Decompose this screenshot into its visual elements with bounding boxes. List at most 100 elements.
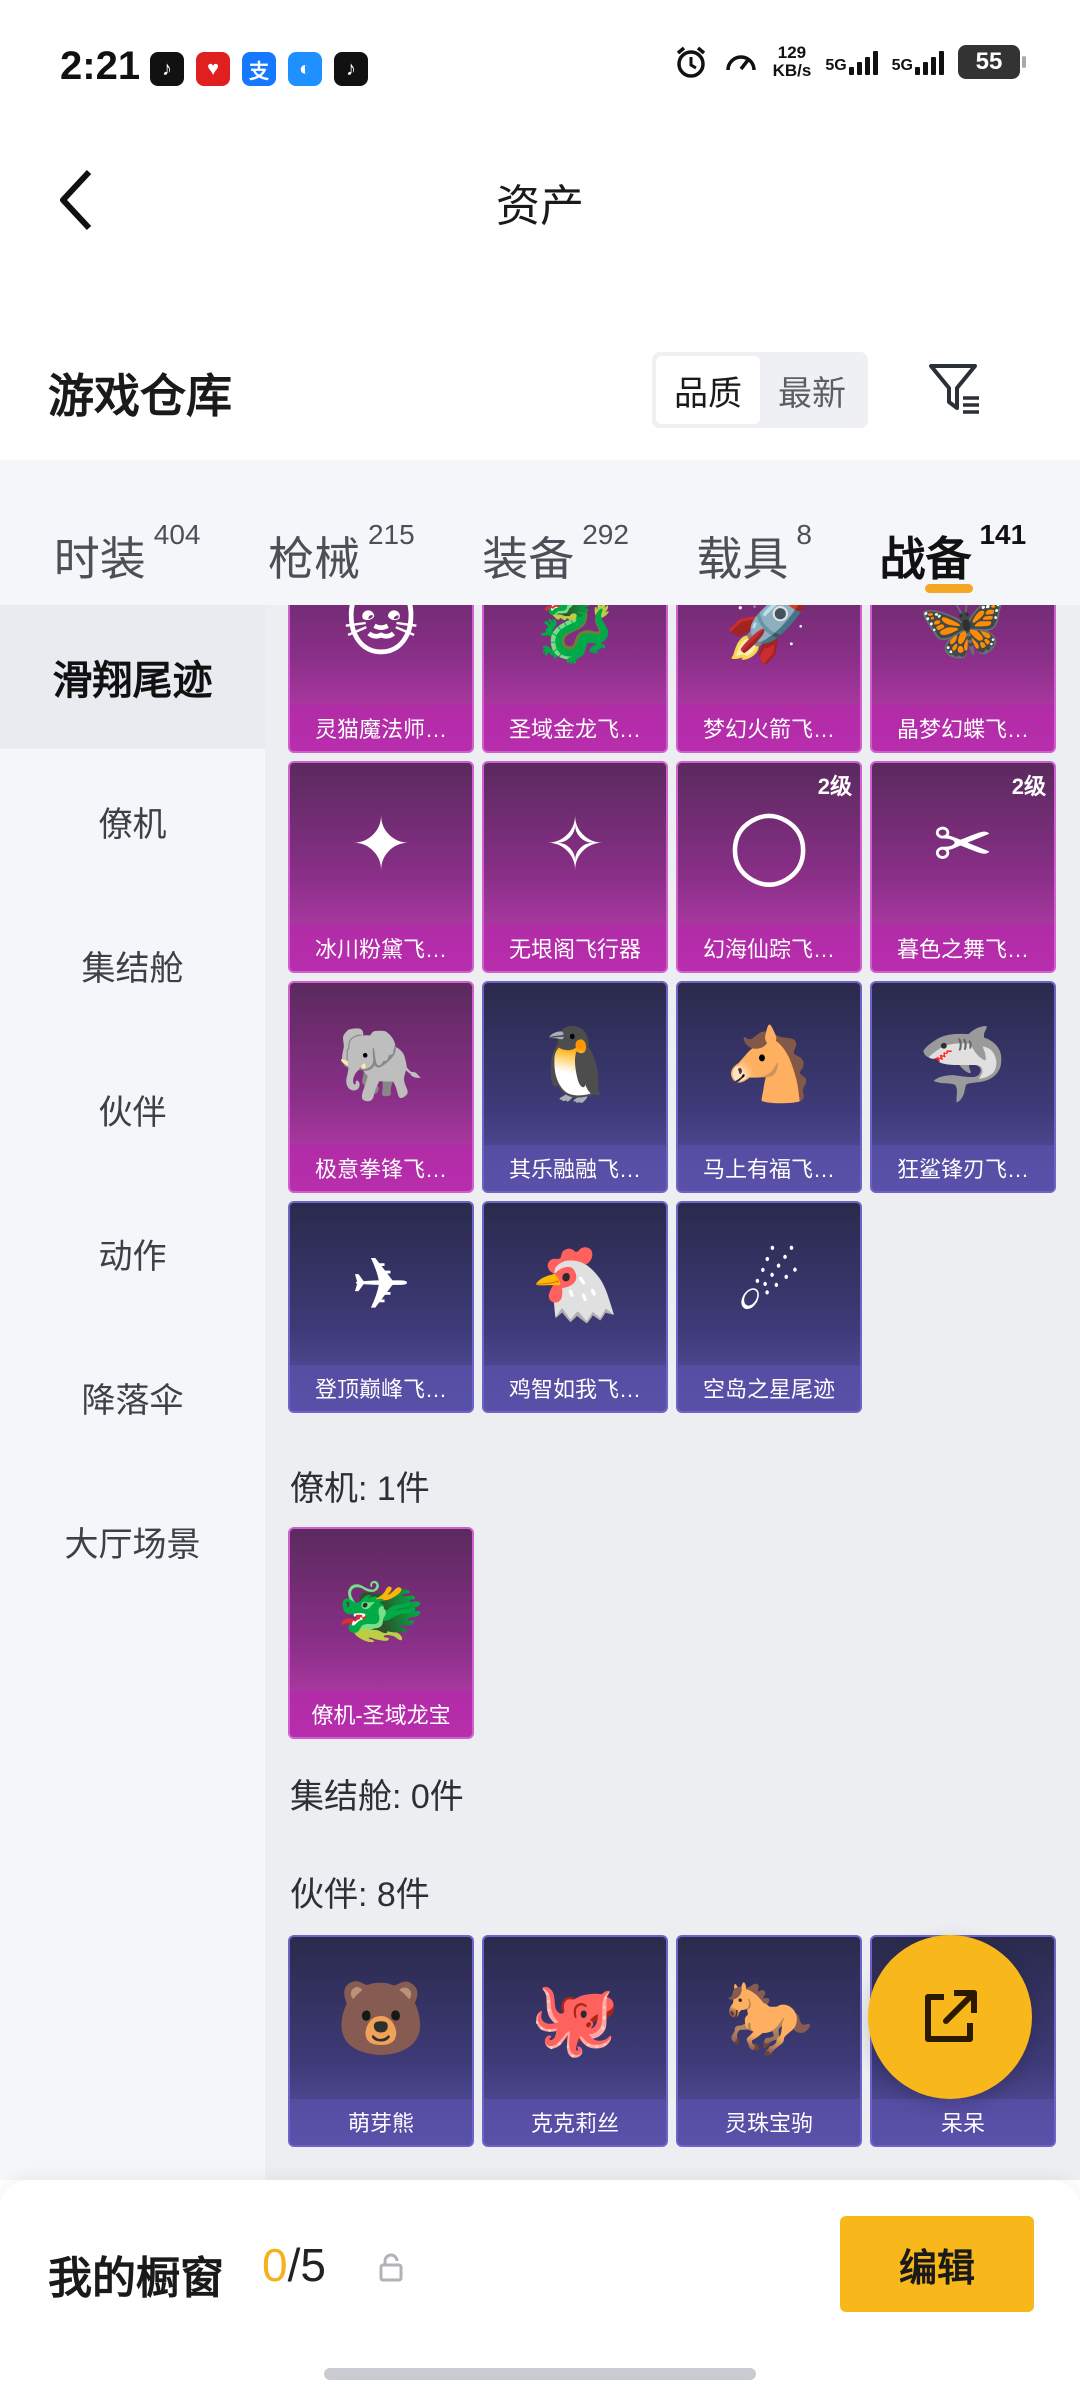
- tab-guns[interactable]: 枪械 215: [268, 483, 415, 585]
- tab-active-indicator: [924, 583, 973, 593]
- page-title: 资产: [496, 182, 584, 231]
- sidebar-item-capsule[interactable]: 集结舱: [0, 893, 265, 1037]
- sidebar-item-lobby-scene[interactable]: 大厅场景: [0, 1469, 265, 1613]
- browser-icon: ◐: [288, 52, 322, 86]
- item-card[interactable]: 🐲 僚机-圣域龙宝: [288, 1527, 474, 1739]
- item-card[interactable]: 🚀 梦幻火箭飞…: [676, 605, 862, 753]
- item-card[interactable]: 🐎 灵珠宝驹: [676, 1935, 862, 2147]
- sidebar-item-partner[interactable]: 伙伴: [0, 1037, 265, 1181]
- status-indicators: 129 KB/s 5G 5G 55: [673, 44, 1026, 80]
- item-name: 灵猫魔法师…: [290, 705, 472, 751]
- sort-toggle: 品质 最新: [652, 352, 868, 428]
- status-time: 2:21: [60, 44, 141, 88]
- sidebar-item-glide-trail[interactable]: 滑翔尾迹: [0, 605, 265, 749]
- pony-icon: 🐎: [724, 1978, 814, 2059]
- speedometer-icon: [725, 55, 756, 71]
- item-card[interactable]: 🐙 克克莉丝: [482, 1935, 668, 2147]
- item-card[interactable]: 🦈 狂鲨锋刃飞…: [870, 981, 1056, 1193]
- item-name: 其乐融融飞…: [484, 1145, 666, 1191]
- item-name: 萌芽熊: [290, 2099, 472, 2145]
- wingman-grid: 🐲 僚机-圣域龙宝: [288, 1527, 1056, 1739]
- sort-quality[interactable]: 品质: [656, 356, 760, 424]
- tiktok-icon: ♪: [334, 52, 368, 86]
- item-card[interactable]: 🐴 马上有福飞…: [676, 981, 862, 1193]
- alarm-icon: [676, 46, 705, 78]
- glide-trail-grid: 🐱 灵猫魔法师… 🐉 圣域金龙飞… 🚀 梦幻火箭飞… 🦋 晶梦幻蝶飞… ✦ 冰川粉黛飞… ✧ 无垠阁飞…: [288, 605, 1056, 1413]
- tab-vehicles[interactable]: 载具 8: [696, 483, 812, 585]
- item-card[interactable]: ✦ 冰川粉黛飞…: [288, 761, 474, 973]
- horse-icon: 🐴: [724, 1024, 814, 1105]
- wingman-group-title: 僚机: 1件: [290, 1470, 430, 1508]
- capsule-group-title: 集结舱: 0件: [290, 1778, 464, 1816]
- rocket-icon: 🚀: [724, 605, 814, 665]
- item-card[interactable]: 🐧 其乐融融飞…: [482, 981, 668, 1193]
- share-button[interactable]: [868, 1935, 1032, 2099]
- battery-level: 55: [975, 48, 1003, 75]
- filter-button[interactable]: [920, 348, 990, 428]
- octopus-icon: 🐙: [530, 1978, 620, 2059]
- item-name: 登顶巅峰飞…: [290, 1365, 472, 1411]
- item-card[interactable]: ✧ 无垠阁飞行器: [482, 761, 668, 973]
- item-name: 空岛之星尾迹: [678, 1365, 860, 1411]
- showcase-total: /5: [287, 2239, 326, 2291]
- item-name: 梦幻火箭飞…: [678, 705, 860, 751]
- sim2-label: 5G: [891, 57, 913, 74]
- item-level-badge: 2级: [817, 774, 852, 799]
- lock-icon: [379, 2253, 403, 2282]
- item-card[interactable]: ✂ 2级 暮色之舞飞…: [870, 761, 1056, 973]
- compass-icon: ✧: [544, 805, 606, 885]
- dragon-icon: 🐉: [530, 605, 620, 665]
- tab-label: 枪械: [267, 532, 360, 585]
- tab-count: 215: [367, 518, 415, 550]
- baby-dragon-icon: 🐲: [336, 1570, 426, 1651]
- item-card[interactable]: 🐔 鸡智如我飞…: [482, 1201, 668, 1413]
- tab-count: 8: [796, 518, 812, 550]
- partner-group-title: 伙伴: 8件: [290, 1876, 430, 1914]
- network-speed: 129 KB/s: [773, 44, 812, 80]
- chicken-icon: 🐔: [530, 1244, 620, 1325]
- edit-button[interactable]: 编辑: [840, 2216, 1034, 2312]
- item-card[interactable]: 🦋 晶梦幻蝶飞…: [870, 605, 1056, 753]
- item-name: 僚机-圣域龙宝: [290, 1691, 472, 1737]
- sidebar-item-emote[interactable]: 动作: [0, 1181, 265, 1325]
- tab-label: 载具: [696, 532, 789, 585]
- tab-fashion[interactable]: 时装 404: [54, 483, 201, 585]
- item-name: 无垠阁飞行器: [484, 925, 666, 971]
- sidebar-item-wingman[interactable]: 僚机: [0, 749, 265, 893]
- tiktok-icon: ♪: [150, 52, 184, 86]
- item-card[interactable]: 🐱 灵猫魔法师…: [288, 605, 474, 753]
- sort-newest[interactable]: 最新: [760, 356, 864, 424]
- butterfly-icon: 🦋: [918, 605, 1008, 665]
- bear-icon: 🐻: [336, 1978, 426, 2059]
- signal-sim2: 5G: [892, 49, 944, 75]
- home-indicator[interactable]: [324, 2368, 756, 2380]
- item-card[interactable]: ✈ 登顶巅峰飞…: [288, 1201, 474, 1413]
- item-name: 暮色之舞飞…: [872, 925, 1054, 971]
- item-name: 鸡智如我飞…: [484, 1365, 666, 1411]
- item-card[interactable]: 🐻 萌芽熊: [288, 1935, 474, 2147]
- warehouse-title: 游戏仓库: [48, 370, 232, 422]
- game-app-icon: ♥: [196, 52, 230, 86]
- jet-icon: ✈: [350, 1245, 412, 1325]
- alipay-icon: 支: [242, 52, 276, 86]
- network-speed-unit: KB/s: [772, 61, 812, 80]
- penguin-icon: 🐧: [530, 1024, 620, 1105]
- tab-combat-gear[interactable]: 战备 141: [879, 483, 1026, 593]
- item-card[interactable]: 🐘 极意拳锋飞…: [288, 981, 474, 1193]
- item-name: 圣域金龙飞…: [484, 705, 666, 751]
- item-card[interactable]: ◯ 2级 幻海仙踪飞…: [676, 761, 862, 973]
- item-name: 灵珠宝驹: [678, 2099, 860, 2145]
- item-card[interactable]: ☄ 空岛之星尾迹: [676, 1201, 862, 1413]
- wand-icon: ✦: [350, 805, 412, 885]
- tab-count: 404: [153, 518, 201, 550]
- item-card[interactable]: 🐉 圣域金龙飞…: [482, 605, 668, 753]
- tab-label: 时装: [53, 532, 146, 585]
- item-name: 极意拳锋飞…: [290, 1145, 472, 1191]
- item-name: 冰川粉黛飞…: [290, 925, 472, 971]
- notification-icons: ♪ ♥ 支 ◐ ♪: [150, 52, 368, 86]
- battery-icon: 55: [958, 45, 1026, 79]
- sidebar-item-parachute[interactable]: 降落伞: [0, 1325, 265, 1469]
- filter-icon: [929, 364, 979, 414]
- tab-equipment[interactable]: 装备 292: [482, 483, 629, 585]
- network-speed-value: 129: [777, 43, 807, 62]
